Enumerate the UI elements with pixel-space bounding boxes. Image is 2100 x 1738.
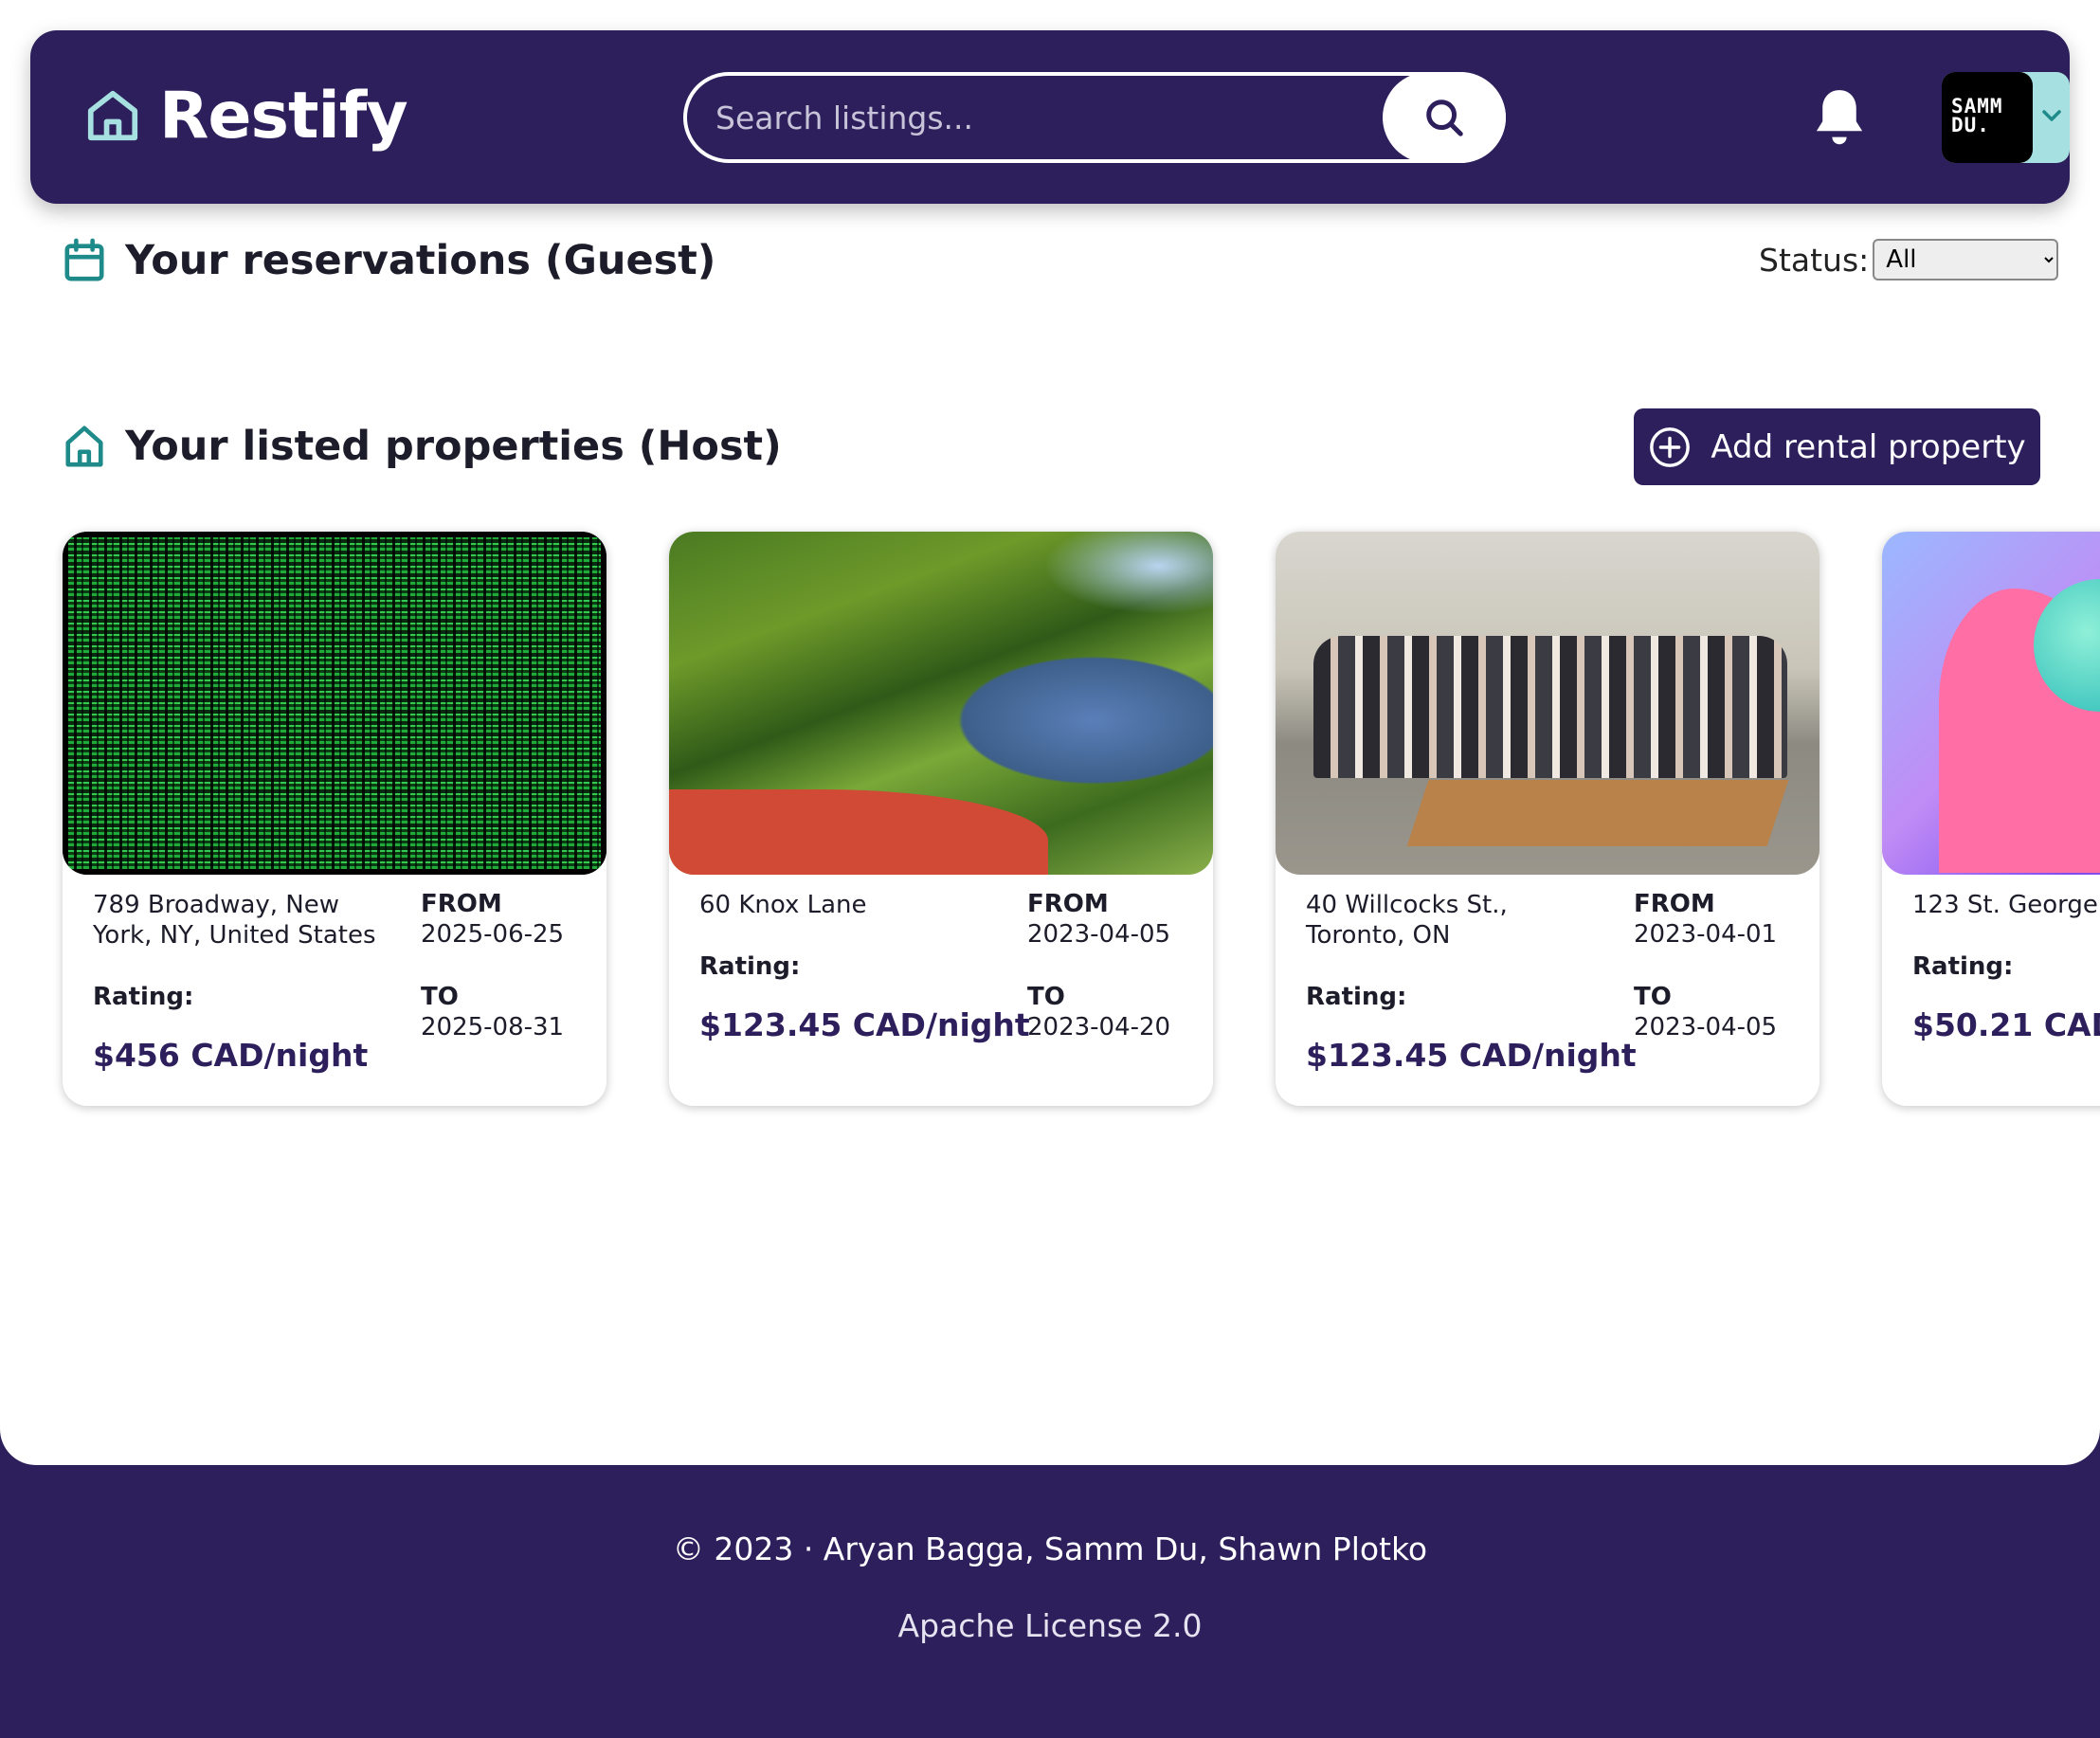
profile-menu-button[interactable]: SAMM DU. (1942, 72, 2070, 163)
properties-heading: Your listed properties (Host) (63, 423, 782, 470)
to-date: 2023-04-20 (1027, 1013, 1171, 1041)
home-icon (87, 90, 138, 141)
footer-license: Apache License 2.0 (897, 1607, 1203, 1644)
add-rental-property-button[interactable]: Add rental property (1634, 408, 2040, 485)
to-date: 2023-04-05 (1634, 1013, 1778, 1041)
to-label: TO (421, 983, 459, 1011)
home-icon (65, 425, 103, 467)
footer-credits: © 2023 · Aryan Bagga, Samm Du, Shawn Plo… (672, 1530, 1428, 1567)
from-label: FROM (1027, 890, 1109, 918)
status-label: Status: (1759, 241, 1870, 279)
property-card[interactable]: 40 Willcocks St., Toronto, ON Rating: $1… (1276, 532, 1819, 1106)
property-address: 123 St. George St (1912, 891, 2100, 919)
status-filter: Status: All (1759, 239, 2059, 281)
brand-logo[interactable]: Restify (83, 78, 408, 154)
to-label: TO (1634, 983, 1672, 1011)
from-label: FROM (421, 890, 502, 918)
to-label: TO (1027, 983, 1065, 1011)
search-input[interactable] (715, 95, 1360, 140)
brand-name: Restify (159, 78, 408, 154)
property-price: $456 CAD/night (93, 1037, 369, 1074)
add-rental-property-label: Add rental property (1711, 427, 2026, 466)
plus-circle-icon (1650, 426, 1691, 467)
calendar-icon (64, 238, 104, 281)
property-photo (1276, 532, 1819, 875)
from-label: FROM (1634, 890, 1715, 918)
property-price: $123.45 CAD/night (699, 1006, 1030, 1043)
property-address: 40 Willcocks St., Toronto, ON (1306, 891, 1508, 950)
property-price: $50.21 CAD/n (1912, 1006, 2100, 1043)
avatar-text-line1: SAMM (1951, 95, 2003, 118)
search-icon (1426, 100, 1463, 136)
notification-bell-icon[interactable] (1810, 85, 1869, 148)
from-date: 2023-04-05 (1027, 920, 1171, 949)
property-card[interactable]: 60 Knox Lane Rating: $123.45 CAD/night F… (669, 532, 1213, 1106)
page: Restify SAMM DU. (0, 0, 2100, 1465)
to-date: 2025-08-31 (421, 1013, 565, 1041)
property-photo (1882, 532, 2100, 875)
property-address: 60 Knox Lane (699, 891, 867, 919)
chevron-down-icon (2042, 110, 2061, 121)
navbar: Restify SAMM DU. (30, 30, 2070, 204)
property-card[interactable]: 123 St. George St Rating: $50.21 CAD/n (1882, 532, 2100, 1106)
avatar-text-line2: DU. (1951, 114, 1990, 136)
property-photo (63, 532, 606, 875)
from-date: 2023-04-01 (1634, 920, 1778, 949)
property-rating-label: Rating: (1306, 983, 1407, 1011)
reservations-title: Your reservations (Guest) (125, 237, 716, 284)
property-price: $123.45 CAD/night (1306, 1037, 1637, 1074)
property-rating-label: Rating: (93, 983, 194, 1011)
search-bar (683, 72, 1506, 163)
from-date: 2025-06-25 (421, 920, 565, 949)
property-address: 789 Broadway, New York, NY, United State… (93, 891, 376, 950)
properties-title: Your listed properties (Host) (125, 423, 782, 470)
property-rating-label: Rating: (1912, 952, 2014, 981)
property-card[interactable]: 789 Broadway, New York, NY, United State… (63, 532, 606, 1106)
property-rating-label: Rating: (699, 952, 801, 981)
search-button[interactable] (1383, 72, 1506, 163)
status-select[interactable]: All (1873, 239, 2059, 281)
property-photo (669, 532, 1213, 875)
reservations-heading: Your reservations (Guest) (63, 237, 715, 284)
avatar: SAMM DU. (1942, 72, 2033, 163)
